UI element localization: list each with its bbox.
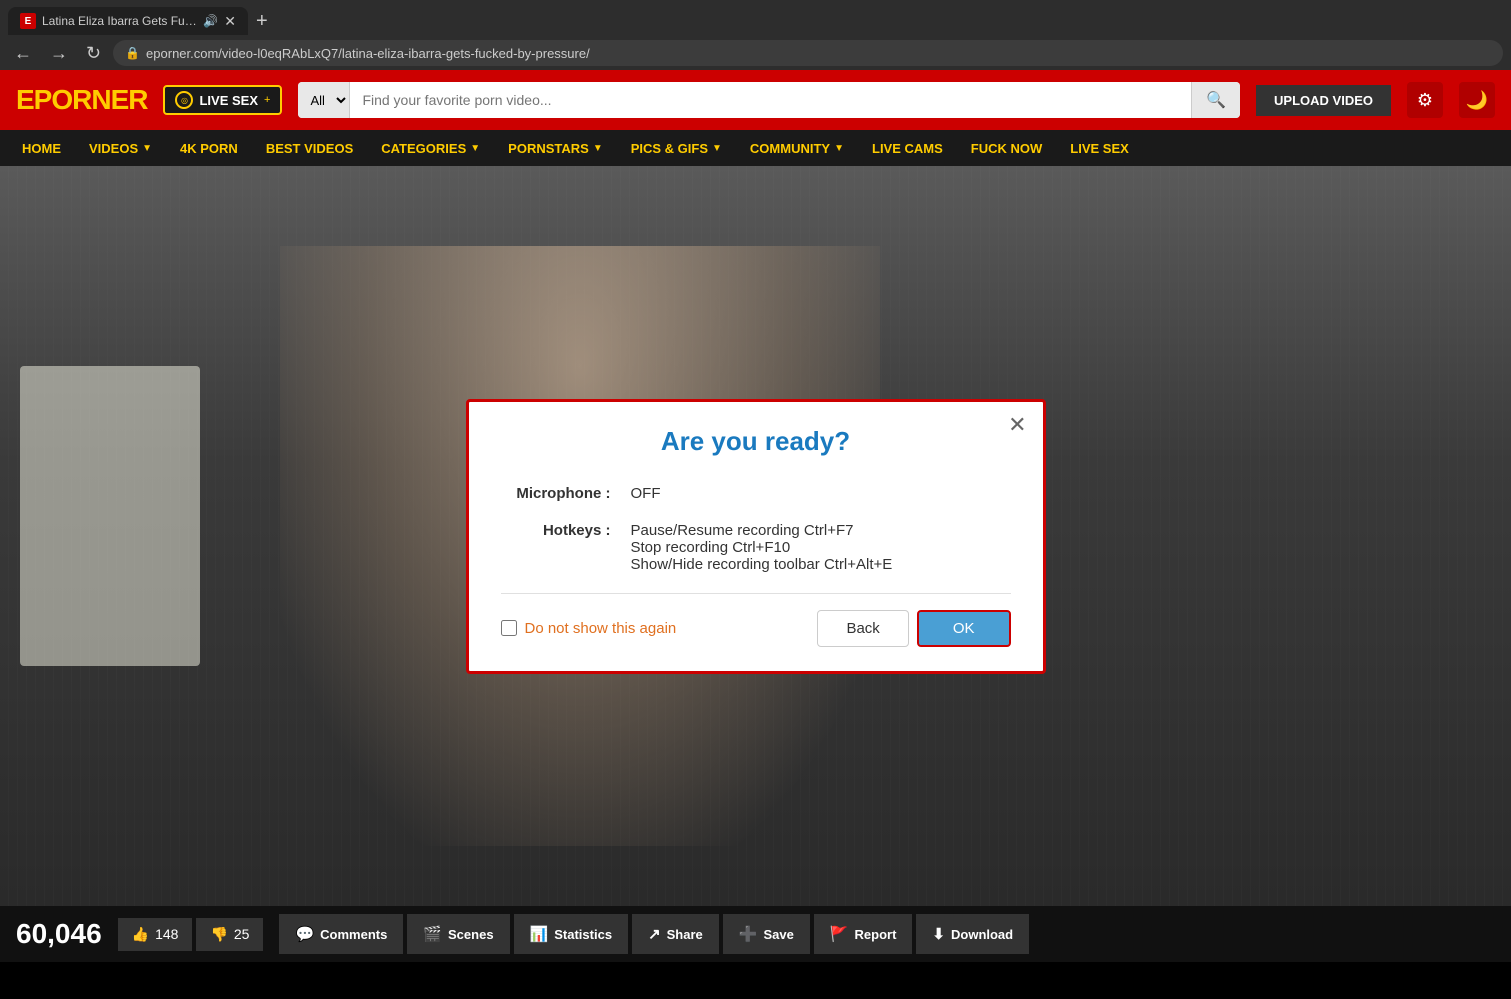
pornstars-arrow: ▼ bbox=[593, 143, 603, 154]
back-button[interactable]: ← bbox=[8, 41, 38, 66]
nav-item-fucknow[interactable]: FUCK NOW bbox=[957, 130, 1057, 166]
video-area: ✕ Are you ready? Microphone : OFF Hotkey… bbox=[0, 166, 1511, 906]
forward-button[interactable]: → bbox=[44, 41, 74, 66]
dialog-footer: Do not show this again Back OK bbox=[501, 610, 1011, 647]
hotkey3: Show/Hide recording toolbar Ctrl+Alt+E bbox=[631, 556, 893, 573]
comments-label: Comments bbox=[320, 927, 387, 942]
save-label: Save bbox=[763, 927, 793, 942]
browser-chrome: E Latina Eliza Ibarra Gets Fuck... 🔊 ✕ +… bbox=[0, 0, 1511, 70]
dialog-buttons: Back OK bbox=[817, 610, 1010, 647]
dislike-button[interactable]: 👎 25 bbox=[196, 918, 263, 951]
dislike-count: 25 bbox=[234, 926, 250, 942]
statistics-button[interactable]: 📊 Statistics bbox=[514, 914, 629, 954]
hotkey1: Pause/Resume recording Ctrl+F7 bbox=[631, 522, 893, 539]
nav-item-videos[interactable]: VIDEOS ▼ bbox=[75, 130, 166, 166]
microphone-value: OFF bbox=[631, 485, 661, 502]
tab-bar: E Latina Eliza Ibarra Gets Fuck... 🔊 ✕ + bbox=[0, 0, 1511, 36]
nav-bar: ← → ↻ 🔒 eporner.com/video-l0eqRAbLxQ7/la… bbox=[0, 36, 1511, 70]
nav-item-livesex[interactable]: LIVE SEX bbox=[1056, 130, 1143, 166]
like-button[interactable]: 👍 148 bbox=[118, 918, 193, 951]
search-category-select[interactable]: All bbox=[298, 82, 350, 118]
report-button[interactable]: 🚩 Report bbox=[814, 914, 913, 954]
scenes-icon: 🎬 bbox=[423, 925, 442, 943]
search-container: All 🔍 bbox=[298, 82, 1240, 118]
moon-icon: 🌙 bbox=[1466, 90, 1488, 111]
nav-item-best[interactable]: BEST VIDEOS bbox=[252, 130, 367, 166]
community-arrow: ▼ bbox=[834, 143, 844, 154]
live-badge-circle: ◎ bbox=[175, 91, 193, 109]
dialog-box: ✕ Are you ready? Microphone : OFF Hotkey… bbox=[466, 399, 1046, 674]
nav-item-livecams[interactable]: LIVE CAMS bbox=[858, 130, 957, 166]
download-icon: ⬇ bbox=[932, 925, 945, 943]
nav-menu: HOME VIDEOS ▼ 4K PORN BEST VIDEOS CATEGO… bbox=[0, 130, 1511, 166]
share-icon: ↗ bbox=[648, 925, 661, 943]
scenes-label: Scenes bbox=[448, 927, 494, 942]
report-label: Report bbox=[855, 927, 897, 942]
active-tab[interactable]: E Latina Eliza Ibarra Gets Fuck... 🔊 ✕ bbox=[8, 7, 248, 35]
nav-item-categories[interactable]: CATEGORIES ▼ bbox=[367, 130, 494, 166]
share-label: Share bbox=[667, 927, 703, 942]
upload-video-button[interactable]: UPLOAD VIDEO bbox=[1256, 85, 1391, 116]
thumbs-up-icon: 👍 bbox=[132, 926, 149, 943]
dont-show-label[interactable]: Do not show this again bbox=[525, 620, 677, 637]
dont-show-container: Do not show this again bbox=[501, 620, 677, 637]
tab-audio-icon: 🔊 bbox=[203, 14, 218, 28]
dialog-title: Are you ready? bbox=[501, 426, 1011, 457]
view-count: 60,046 bbox=[16, 918, 102, 950]
gear-icon: ⚙ bbox=[1417, 90, 1433, 111]
live-badge-plus: + bbox=[264, 94, 270, 106]
comments-button[interactable]: 💬 Comments bbox=[279, 914, 403, 954]
dark-mode-button[interactable]: 🌙 bbox=[1459, 82, 1495, 118]
reload-button[interactable]: ↻ bbox=[80, 41, 107, 66]
ok-button-dialog[interactable]: OK bbox=[917, 610, 1011, 647]
statistics-icon: 📊 bbox=[530, 925, 549, 943]
nav-item-pics[interactable]: PICS & GIFS ▼ bbox=[617, 130, 736, 166]
tab-favicon: E bbox=[20, 13, 36, 29]
dialog-overlay: ✕ Are you ready? Microphone : OFF Hotkey… bbox=[0, 166, 1511, 906]
back-button-dialog[interactable]: Back bbox=[817, 610, 908, 647]
thumbs-down-icon: 👎 bbox=[210, 926, 227, 943]
videos-arrow: ▼ bbox=[142, 143, 152, 154]
categories-arrow: ▼ bbox=[470, 143, 480, 154]
pics-arrow: ▼ bbox=[712, 143, 722, 154]
dialog-divider bbox=[501, 593, 1011, 594]
search-button[interactable]: 🔍 bbox=[1191, 82, 1240, 118]
tab-close-button[interactable]: ✕ bbox=[224, 13, 236, 30]
nav-item-community[interactable]: COMMUNITY ▼ bbox=[736, 130, 858, 166]
comments-icon: 💬 bbox=[295, 925, 314, 943]
scenes-button[interactable]: 🎬 Scenes bbox=[407, 914, 509, 954]
nav-item-home[interactable]: HOME bbox=[8, 130, 75, 166]
hotkeys-label: Hotkeys : bbox=[501, 522, 611, 539]
hotkey2: Stop recording Ctrl+F10 bbox=[631, 539, 893, 556]
live-badge-text: LIVE SEX bbox=[199, 93, 258, 108]
nav-item-pornstars[interactable]: PORNSTARS ▼ bbox=[494, 130, 617, 166]
bottom-bar: 60,046 👍 148 👎 25 💬 Comments 🎬 Scenes 📊 … bbox=[0, 906, 1511, 962]
share-button[interactable]: ↗ Share bbox=[632, 914, 719, 954]
hotkeys-values: Pause/Resume recording Ctrl+F7 Stop reco… bbox=[631, 522, 893, 573]
settings-icon-button[interactable]: ⚙ bbox=[1407, 82, 1443, 118]
save-icon: ➕ bbox=[739, 925, 758, 943]
hotkeys-row: Hotkeys : Pause/Resume recording Ctrl+F7… bbox=[501, 522, 1011, 573]
search-input[interactable] bbox=[350, 92, 1191, 108]
microphone-row: Microphone : OFF bbox=[501, 485, 1011, 502]
microphone-label: Microphone : bbox=[501, 485, 611, 502]
site-header: EPORNER ◎ LIVE SEX + All 🔍 UPLOAD VIDEO … bbox=[0, 70, 1511, 130]
address-bar[interactable]: 🔒 eporner.com/video-l0eqRAbLxQ7/latina-e… bbox=[113, 40, 1503, 66]
tab-title: Latina Eliza Ibarra Gets Fuck... bbox=[42, 14, 197, 28]
dialog-close-button[interactable]: ✕ bbox=[1008, 414, 1026, 436]
dont-show-checkbox[interactable] bbox=[501, 620, 517, 636]
new-tab-button[interactable]: + bbox=[256, 10, 268, 33]
like-count: 148 bbox=[155, 926, 178, 942]
live-sex-badge[interactable]: ◎ LIVE SEX + bbox=[163, 85, 282, 115]
save-button[interactable]: ➕ Save bbox=[723, 914, 810, 954]
lock-icon: 🔒 bbox=[125, 46, 140, 60]
address-text: eporner.com/video-l0eqRAbLxQ7/latina-eli… bbox=[146, 46, 590, 61]
download-label: Download bbox=[951, 927, 1013, 942]
site-logo[interactable]: EPORNER bbox=[16, 84, 147, 116]
report-icon: 🚩 bbox=[830, 925, 849, 943]
statistics-label: Statistics bbox=[554, 927, 612, 942]
download-button[interactable]: ⬇ Download bbox=[916, 914, 1029, 954]
nav-item-4k[interactable]: 4K PORN bbox=[166, 130, 252, 166]
